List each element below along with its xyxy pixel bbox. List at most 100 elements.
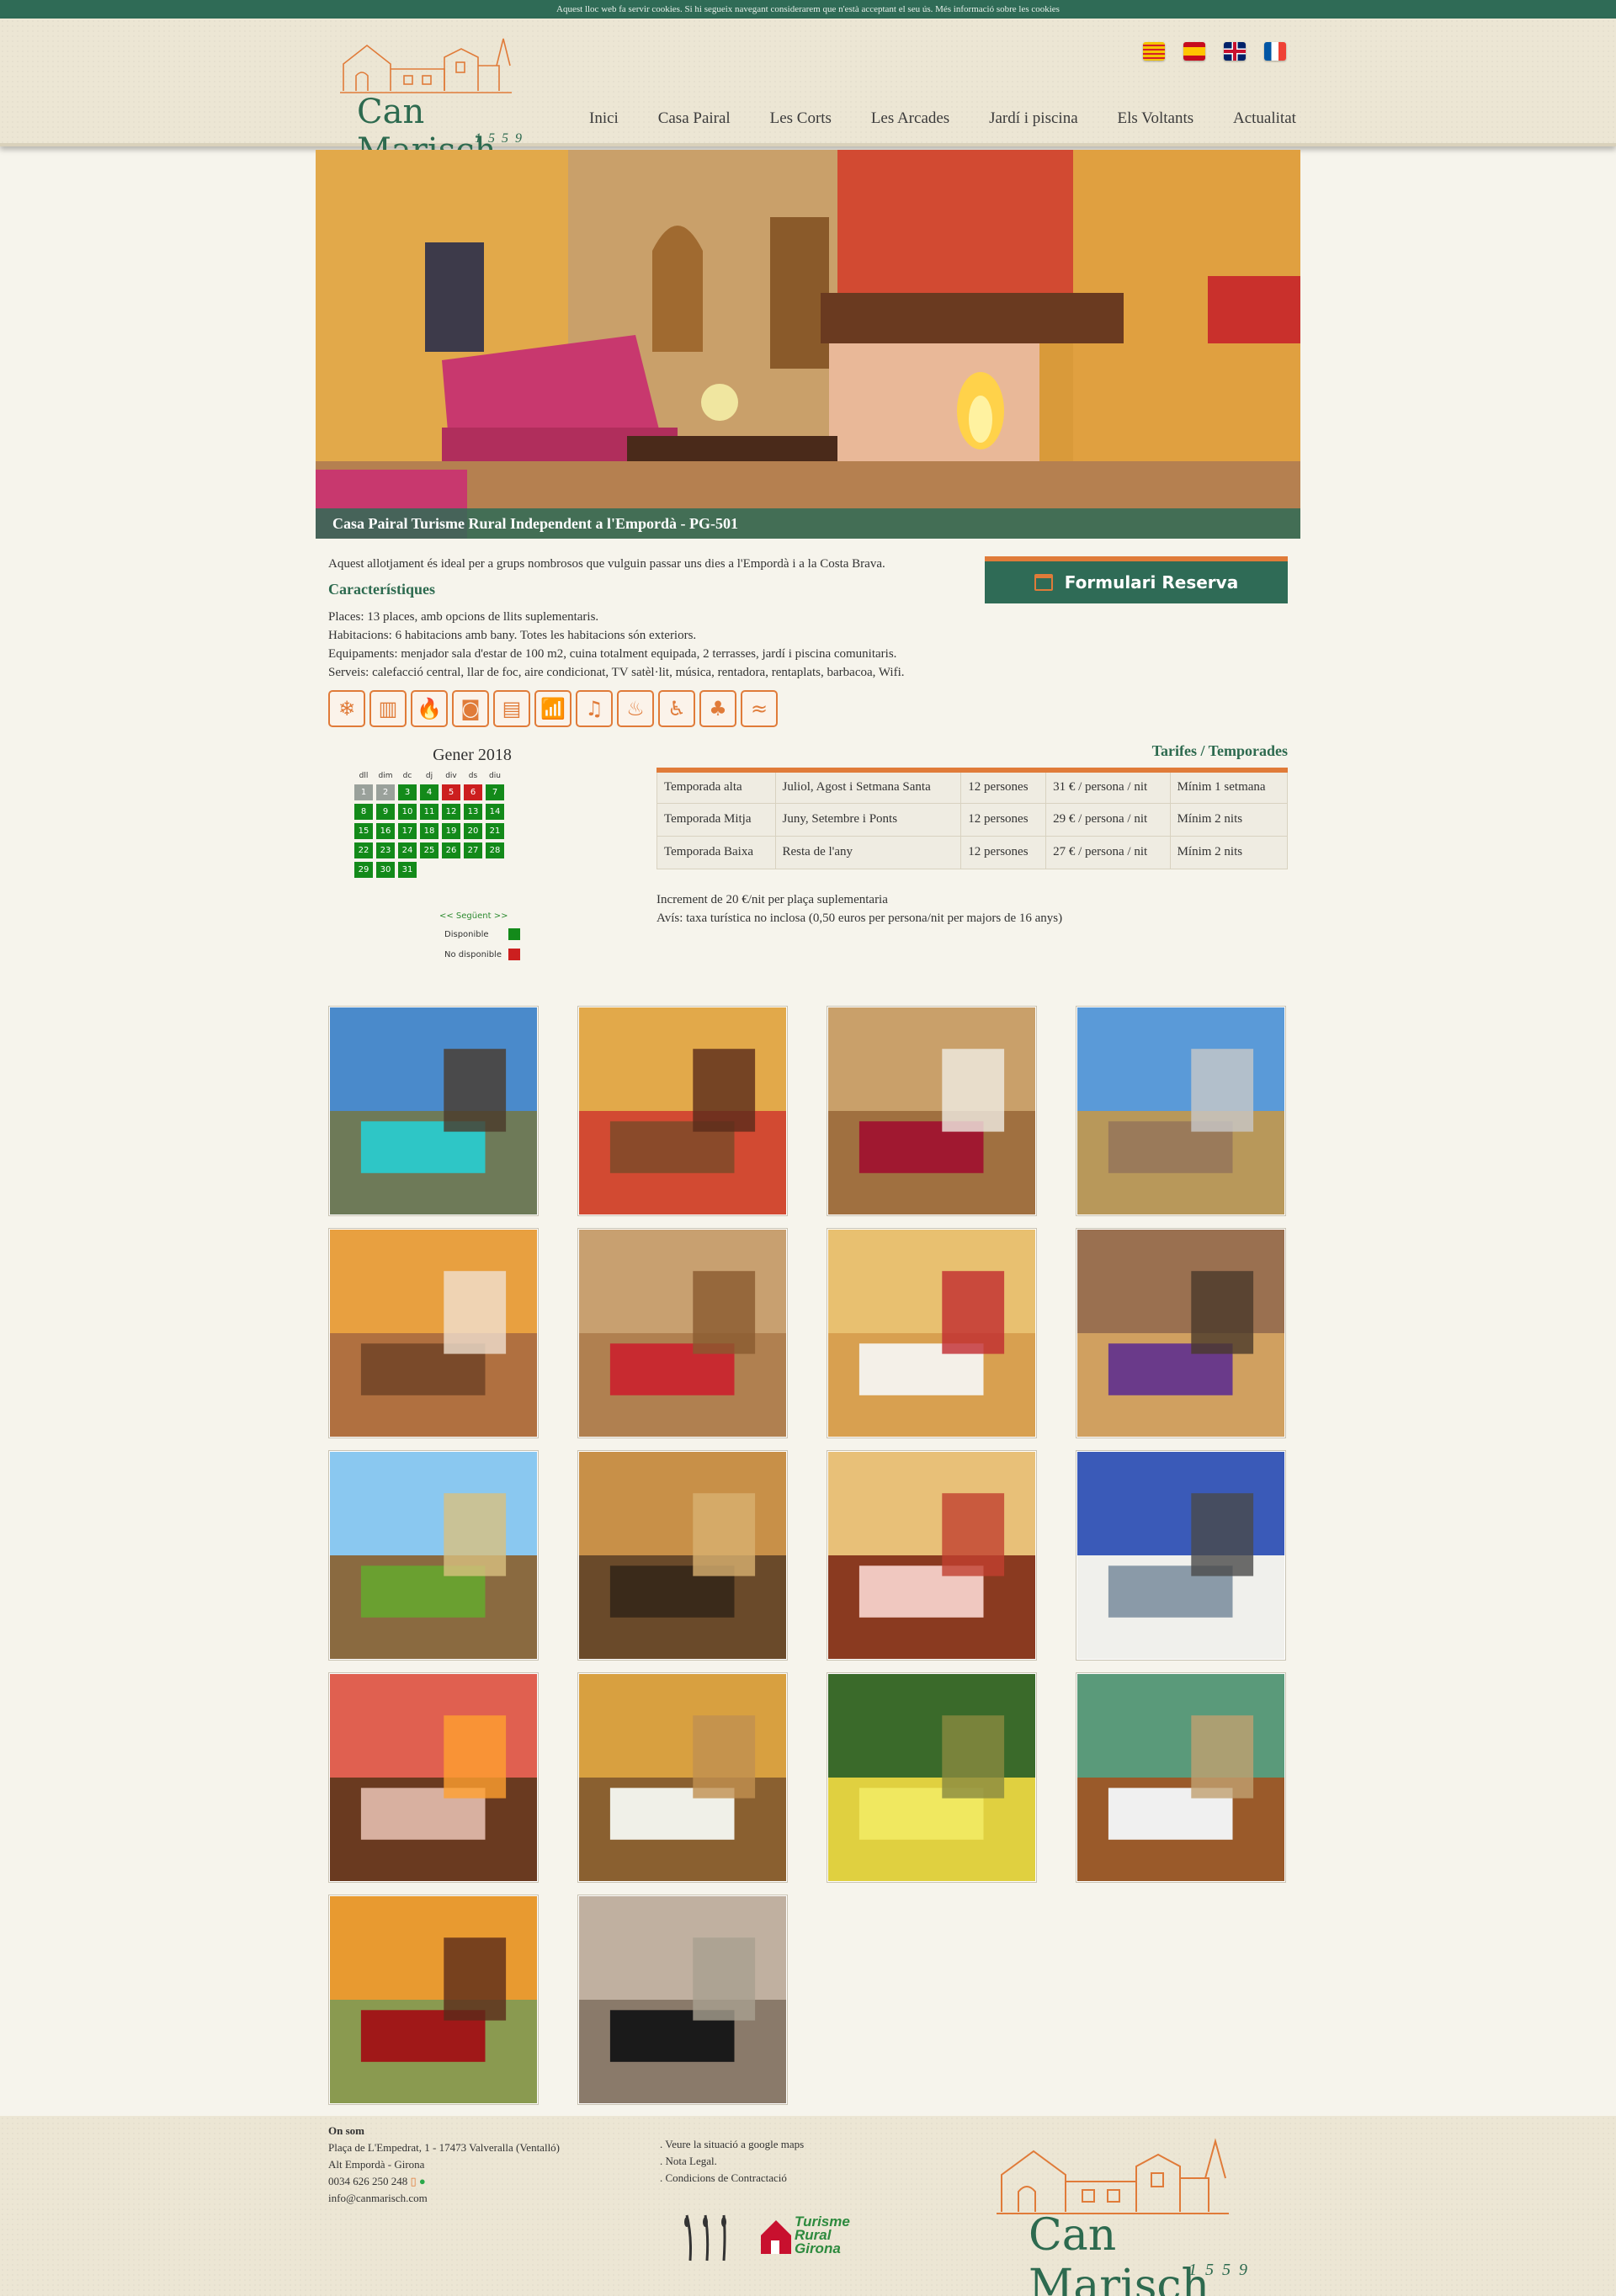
calendar-day[interactable]: 23: [376, 842, 395, 858]
flag-english-icon[interactable]: [1224, 42, 1246, 61]
heating-icon: ▥: [369, 690, 407, 727]
gallery-thumb-vaulted-bedroom[interactable]: [827, 1006, 1037, 1216]
flag-catalan-icon[interactable]: [1143, 42, 1165, 61]
calendar-next-link[interactable]: << Següent >>: [439, 911, 508, 921]
gallery-thumb-garden-house[interactable]: [328, 1450, 539, 1661]
gallery-thumb-bedroom-wooden-bed[interactable]: [328, 1228, 539, 1438]
air-conditioning-icon: ❄: [328, 690, 365, 727]
calendar-day[interactable]: 29: [354, 862, 373, 878]
rates-cell: Juliol, Agost i Setmana Santa: [774, 769, 962, 804]
calendar-day[interactable]: 3: [398, 784, 417, 800]
calendar-day[interactable]: 10: [398, 804, 417, 820]
garden-icon: ♣: [699, 690, 736, 727]
gallery-thumb-twin-bedroom[interactable]: [1076, 1672, 1286, 1883]
calendar-day[interactable]: 5: [442, 784, 460, 800]
cookie-notice[interactable]: Aquest lloc web fa servir cookies. Si hi…: [0, 0, 1616, 19]
calendar-weekdays: dll dim dc dj div ds diu: [354, 772, 504, 780]
gallery-thumb-staircase-dining[interactable]: [577, 1450, 788, 1661]
gallery-thumb-bedroom-pink[interactable]: [827, 1450, 1037, 1661]
wifi-icon: 📶: [534, 690, 571, 727]
turisme-rural-girona-logo[interactable]: Turisme Rural Girona: [759, 2214, 850, 2261]
gallery-thumb-bedroom-white[interactable]: [827, 1228, 1037, 1438]
calendar-day[interactable]: 26: [442, 842, 460, 858]
calendar-day[interactable]: 6: [464, 784, 482, 800]
calendar-day[interactable]: 18: [420, 823, 439, 839]
rates-cell: Mínim 1 setmana: [1169, 769, 1289, 804]
turisme-rural-girona-text: Turisme Rural Girona: [795, 2214, 850, 2256]
calendar-day[interactable]: 15: [354, 823, 373, 839]
gallery-thumb-fireplace[interactable]: [328, 1672, 539, 1883]
hero-caption: Casa Pairal Turisme Rural Independent a …: [316, 508, 1300, 539]
calendar-day[interactable]: 19: [442, 823, 460, 839]
site-logo[interactable]: Can Marisch 1559: [335, 32, 545, 170]
calendar-day[interactable]: 1: [354, 784, 373, 800]
gallery-thumb-bathroom-sink[interactable]: [827, 1672, 1037, 1883]
footer-email[interactable]: info@canmarisch.com: [328, 2190, 560, 2207]
dishwasher-icon: ▤: [493, 690, 530, 727]
nav-item-inici[interactable]: Inici: [589, 109, 619, 128]
calendar-day[interactable]: 20: [464, 823, 482, 839]
calendar-day[interactable]: 7: [486, 784, 504, 800]
amenities-icons: ❄ ▥ 🔥 ◙ ▤ 📶 ♫ ♨ ♿ ♣ ≈: [328, 690, 778, 727]
feature-rooms: Habitacions: 6 habitacions amb bany. Tot…: [328, 629, 697, 642]
calendar-day[interactable]: 13: [464, 804, 482, 820]
whatsapp-icon: ●: [418, 2175, 426, 2187]
gallery-thumb-stone-archway[interactable]: [577, 1895, 788, 2105]
footer-link-contract-conditions[interactable]: . Condicions de Contractació: [660, 2170, 804, 2187]
rates-cell: 12 persones: [960, 835, 1047, 869]
nav-item-actualitat[interactable]: Actualitat: [1233, 109, 1296, 128]
legend-unavailable-swatch: [508, 949, 520, 960]
calendar-weekday: div: [445, 772, 457, 780]
availability-calendar: 1 2 3 4 5 6 7 8 9 10 11 12 13 14 15 16 17 18 19 20 21 22 23 24 2…: [354, 784, 504, 878]
rates-note-extra-bed: Increment de 20 €/nit per plaça suplemen…: [656, 893, 888, 906]
nav-item-els-voltants[interactable]: Els Voltants: [1118, 109, 1194, 128]
footer-link-legal-note[interactable]: . Nota Legal.: [660, 2153, 804, 2170]
footer-link-google-maps[interactable]: . Veure la situació a google maps: [660, 2136, 804, 2153]
rates-cell: 12 persones: [960, 802, 1047, 837]
reservation-form-button[interactable]: Formulari Reserva: [985, 556, 1288, 603]
calendar-day[interactable]: 28: [486, 842, 504, 858]
nav-item-les-arcades[interactable]: Les Arcades: [871, 109, 949, 128]
calendar-day[interactable]: 25: [420, 842, 439, 858]
nav-item-jardi-piscina[interactable]: Jardí i piscina: [989, 109, 1078, 128]
flag-french-icon[interactable]: [1264, 42, 1286, 61]
gallery-thumb-arched-living-room[interactable]: [577, 1228, 788, 1438]
calendar-weekday: ds: [468, 772, 478, 780]
calendar-day[interactable]: 22: [354, 842, 373, 858]
calendar-day[interactable]: 2: [376, 784, 395, 800]
rates-row: Temporada Mitja Juny, Setembre i Ponts 12 …: [656, 802, 1289, 837]
nav-item-casa-pairal[interactable]: Casa Pairal: [658, 109, 731, 128]
barbecue-icon: ♨: [617, 690, 654, 727]
calendar-day[interactable]: 14: [486, 804, 504, 820]
gallery-thumb-patio-furniture[interactable]: [577, 1672, 788, 1883]
calendar-day[interactable]: 27: [464, 842, 482, 858]
gallery-thumb-kitchen[interactable]: [1076, 1450, 1286, 1661]
gallery-thumb-dining-living-room[interactable]: [1076, 1228, 1286, 1438]
calendar-day[interactable]: 9: [376, 804, 395, 820]
calendar-day[interactable]: 21: [486, 823, 504, 839]
calendar-day[interactable]: 16: [376, 823, 395, 839]
footer-logo[interactable]: Can Marisch 1559: [993, 2133, 1271, 2296]
calendar-day[interactable]: 31: [398, 862, 417, 878]
calendar-weekday: dll: [359, 772, 369, 780]
calendar-day[interactable]: 8: [354, 804, 373, 820]
footer-address: Plaça de L'Empedrat, 1 - 17473 Valverall…: [328, 2141, 561, 2154]
feature-equipment: Equipaments: menjador sala d'estar de 10…: [328, 647, 897, 661]
calendar-day[interactable]: 11: [420, 804, 439, 820]
wheat-logo-icon[interactable]: [678, 2210, 739, 2264]
calendar-day[interactable]: 4: [420, 784, 439, 800]
calendar-day[interactable]: 17: [398, 823, 417, 839]
nav-item-les-corts[interactable]: Les Corts: [770, 109, 832, 128]
music-icon: ♫: [576, 690, 613, 727]
calendar-day[interactable]: 30: [376, 862, 395, 878]
calendar-day[interactable]: 24: [398, 842, 417, 858]
footer-logo-name: Can Marisch: [1029, 2210, 1210, 2296]
rates-cell: 29 € / persona / nit: [1045, 802, 1171, 837]
gallery-thumb-living-room-fireplace[interactable]: [577, 1006, 788, 1216]
calendar-day[interactable]: 12: [442, 804, 460, 820]
gallery-thumb-pool[interactable]: [328, 1006, 539, 1216]
footer-phone-number[interactable]: 0034 626 250 248: [328, 2175, 407, 2187]
flag-spanish-icon[interactable]: [1183, 42, 1205, 61]
gallery-thumb-terrace[interactable]: [1076, 1006, 1286, 1216]
gallery-thumb-red-sofa-room[interactable]: [328, 1895, 539, 2105]
